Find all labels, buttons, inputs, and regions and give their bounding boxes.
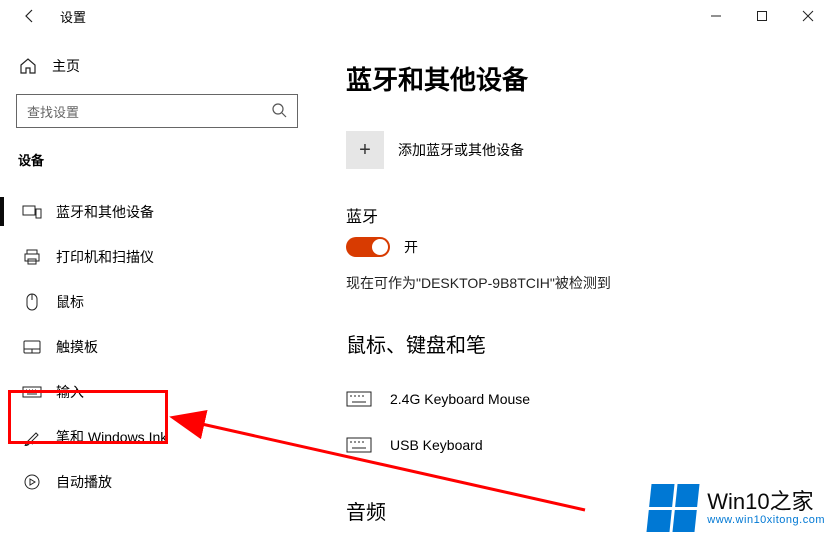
touchpad-icon [22,340,42,354]
sidebar: 主页 查找设置 设备 蓝牙和其他设备 打印机和扫描仪 鼠标 [0,32,318,536]
sidebar-item-autoplay[interactable]: 自动播放 [12,459,306,504]
home-link[interactable]: 主页 [12,52,306,94]
search-input[interactable]: 查找设置 [16,94,298,128]
watermark: Win10之家 www.win10xitong.com [649,484,825,532]
sidebar-item-label: 触摸板 [56,337,98,357]
sidebar-item-label: 蓝牙和其他设备 [56,202,154,222]
sidebar-item-typing[interactable]: 输入 [12,369,306,414]
bluetooth-toggle[interactable] [346,237,390,257]
bluetooth-heading: 蓝牙 [346,203,831,227]
back-button[interactable] [18,4,42,28]
close-button[interactable] [785,0,831,32]
plus-icon: + [346,131,384,169]
discoverable-status: 现在可作为"DESKTOP-9B8TCIH"被检测到 [346,273,831,293]
device-name: USB Keyboard [390,437,483,453]
keyboard-icon [346,391,372,407]
minimize-button[interactable] [693,0,739,32]
sidebar-section-label: 设备 [18,150,306,169]
device-name: 2.4G Keyboard Mouse [390,391,530,407]
mouse-icon [22,293,42,311]
add-device-button[interactable]: + 添加蓝牙或其他设备 [346,131,831,169]
home-icon [18,57,38,75]
windows-logo-icon [647,484,700,532]
search-placeholder: 查找设置 [27,102,271,121]
add-device-label: 添加蓝牙或其他设备 [398,140,524,160]
sidebar-item-pen[interactable]: 笔和 Windows Ink [12,414,306,459]
window-title: 设置 [60,7,86,26]
sidebar-item-mouse[interactable]: 鼠标 [12,279,306,324]
sidebar-item-label: 输入 [56,382,84,402]
search-icon [271,102,287,121]
sidebar-item-label: 自动播放 [56,472,112,492]
maximize-button[interactable] [739,0,785,32]
toggle-state-label: 开 [404,237,418,257]
watermark-brand: Win10之家 [707,490,825,514]
sidebar-item-label: 鼠标 [56,292,84,312]
autoplay-icon [22,473,42,491]
sidebar-item-label: 打印机和扫描仪 [56,247,154,267]
pen-icon [22,428,42,446]
keyboard-icon [346,437,372,453]
device-item[interactable]: USB Keyboard [346,422,831,468]
sidebar-item-touchpad[interactable]: 触摸板 [12,324,306,369]
main-content: 蓝牙和其他设备 + 添加蓝牙或其他设备 蓝牙 开 现在可作为"DESKTOP-9… [318,32,831,536]
mouse-keyboard-heading: 鼠标、键盘和笔 [346,329,831,358]
watermark-url: www.win10xitong.com [707,514,825,526]
printer-icon [22,248,42,266]
device-item[interactable]: 2.4G Keyboard Mouse [346,376,831,422]
keyboard-icon [22,386,42,398]
devices-icon [22,204,42,220]
sidebar-item-printers[interactable]: 打印机和扫描仪 [12,234,306,279]
page-title: 蓝牙和其他设备 [346,60,831,97]
sidebar-item-label: 笔和 Windows Ink [56,427,167,447]
sidebar-item-bluetooth[interactable]: 蓝牙和其他设备 [12,189,306,234]
home-label: 主页 [52,56,80,76]
